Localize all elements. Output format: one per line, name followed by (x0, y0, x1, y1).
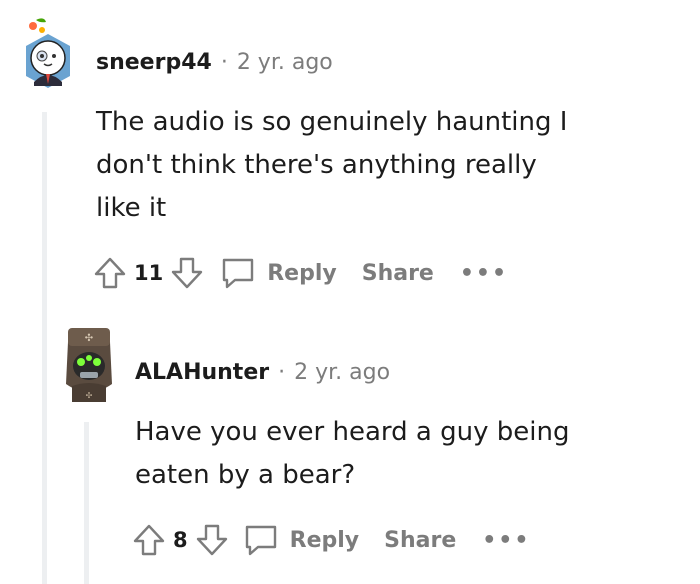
avatar[interactable]: ✣ ✣ (60, 322, 118, 404)
avatar[interactable] (20, 16, 76, 94)
timestamp[interactable]: 2 yr. ago (294, 360, 390, 385)
reply-button[interactable]: Reply (219, 254, 337, 292)
comment-body-line: like it (96, 193, 167, 223)
upvote-icon[interactable] (92, 255, 128, 291)
comment-bubble-icon (223, 258, 254, 289)
reply-button[interactable]: Reply (242, 521, 360, 559)
downvote-icon[interactable] (194, 522, 230, 558)
share-button[interactable]: Share (384, 528, 456, 553)
comment-actions: 8 Reply Share ••• (131, 518, 530, 562)
comment-meta: sneerp44 · 2 yr. ago (96, 50, 333, 75)
comment-body-line: don't think there's anything really (96, 150, 537, 180)
downvote-icon[interactable] (169, 255, 205, 291)
svg-text:✣: ✣ (86, 391, 93, 400)
comment-body: Have you ever heard a guy being eaten by… (135, 411, 569, 497)
comment-body-line: Have you ever heard a guy being (135, 417, 570, 447)
comment-body-line: The audio is so genuinely haunting I (96, 107, 568, 137)
reply-label: Reply (289, 527, 360, 553)
meta-separator: · (278, 360, 286, 385)
vote-count: 11 (134, 261, 164, 285)
more-options-icon[interactable]: ••• (460, 261, 508, 286)
author-name[interactable]: ALAHunter (135, 360, 269, 385)
thread-line-2[interactable] (84, 422, 89, 584)
comment-body: The audio is so genuinely haunting I don… (96, 101, 567, 230)
author-name[interactable]: sneerp44 (96, 50, 212, 75)
reply-label: Reply (267, 260, 337, 286)
timestamp[interactable]: 2 yr. ago (237, 50, 333, 75)
share-button[interactable]: Share (362, 261, 434, 286)
comment-actions: 11 Reply Share ••• (92, 251, 508, 295)
svg-text:✣: ✣ (85, 333, 93, 344)
comment-bubble-icon (245, 525, 276, 556)
vote-count: 8 (173, 528, 188, 552)
thread-line-1[interactable] (42, 112, 47, 584)
upvote-icon[interactable] (131, 522, 167, 558)
comment-meta: ALAHunter · 2 yr. ago (135, 360, 390, 385)
meta-separator: · (220, 50, 228, 75)
comment-body-line: eaten by a bear? (135, 460, 356, 490)
more-options-icon[interactable]: ••• (482, 528, 530, 553)
